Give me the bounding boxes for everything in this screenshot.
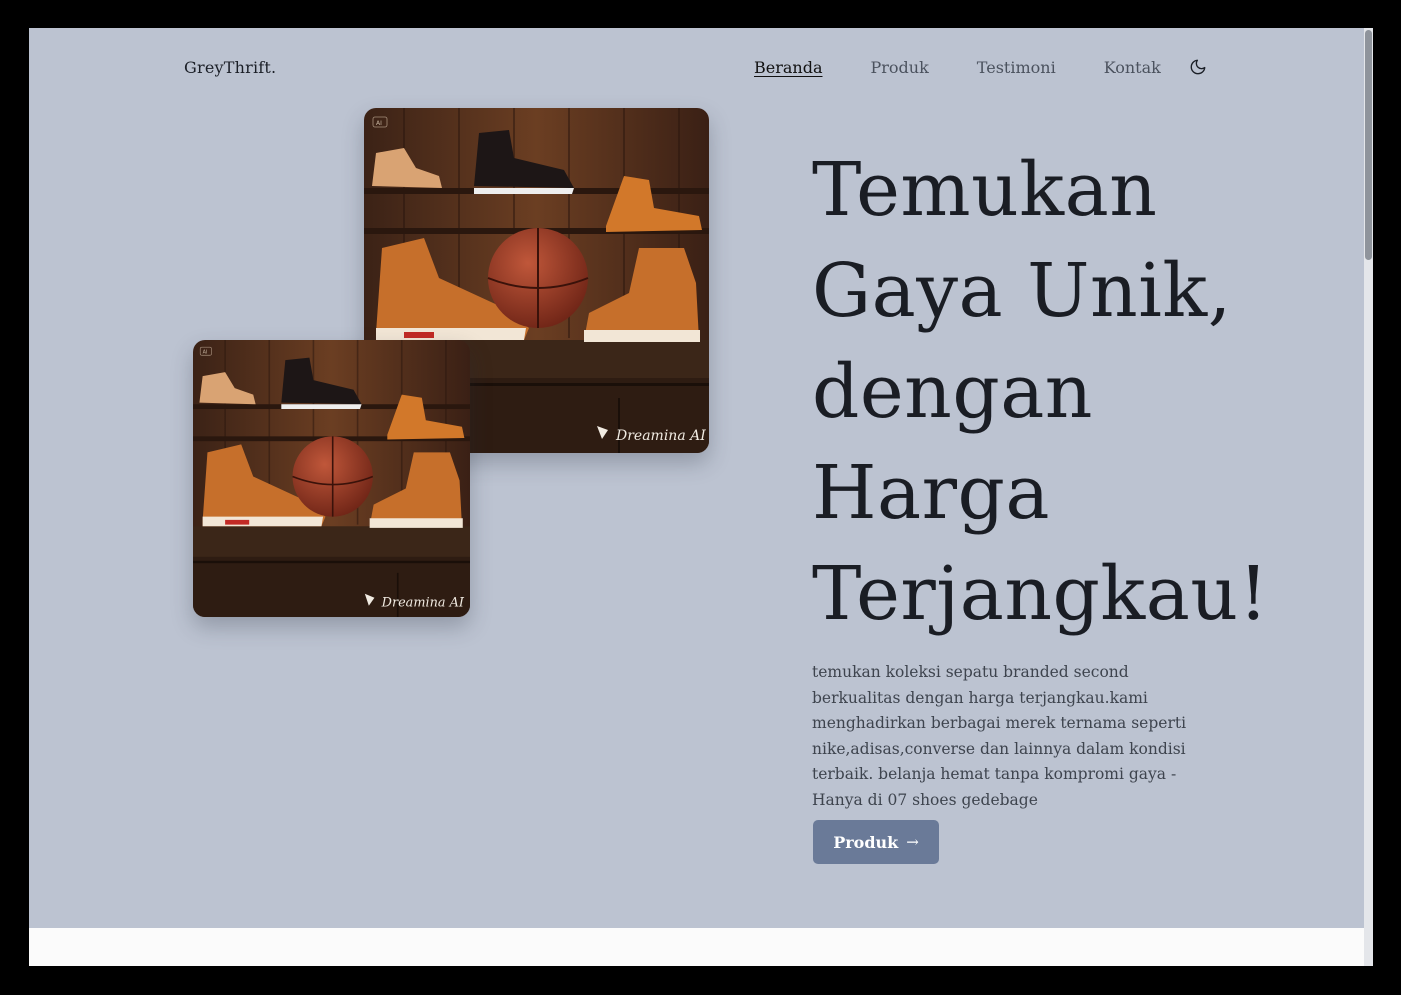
produk-button[interactable]: Produk →	[813, 820, 939, 864]
produk-button-label: Produk	[833, 832, 899, 852]
arrow-right-icon: →	[906, 833, 919, 851]
moon-icon[interactable]	[1189, 58, 1207, 76]
nav-link-testimoni[interactable]: Testimoni	[977, 58, 1056, 78]
ai-badge: AI	[376, 120, 382, 127]
scrollbar-thumb[interactable]	[1365, 30, 1372, 260]
hero-image-small: AI Dreamina AI	[193, 340, 470, 617]
brand-logo[interactable]: GreyThrift.	[184, 58, 276, 77]
scrollbar[interactable]	[1364, 28, 1373, 966]
hero-headline: Temukan Gaya Unik, dengan Harga Terjangk…	[812, 147, 1269, 637]
ai-badge: AI	[203, 350, 208, 356]
nav-link-kontak[interactable]: Kontak	[1104, 58, 1161, 78]
browser-viewport: GreyThrift. Beranda Produk Testimoni Kon…	[29, 28, 1373, 966]
hero-section: GreyThrift. Beranda Produk Testimoni Kon…	[29, 28, 1364, 928]
nav-link-produk[interactable]: Produk	[871, 58, 929, 78]
watermark: Dreamina AI	[615, 428, 706, 444]
main-nav: Beranda Produk Testimoni Kontak	[754, 58, 1209, 78]
nav-link-beranda[interactable]: Beranda	[754, 58, 823, 78]
hero-description: temukan koleksi sepatu branded second be…	[812, 663, 1187, 809]
watermark: Dreamina AI	[381, 596, 465, 611]
